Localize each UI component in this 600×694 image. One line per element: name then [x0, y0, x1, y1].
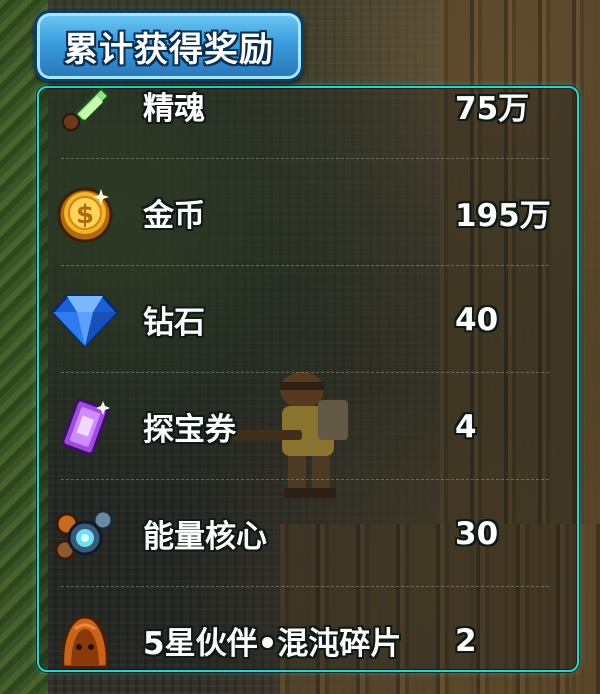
- reward-value: 75万: [455, 91, 530, 127]
- reward-row-diamond: 钻石 40: [39, 266, 577, 373]
- reward-name: 金币: [143, 198, 205, 234]
- svg-text:$: $: [76, 200, 94, 230]
- reward-row-gold: $ 金币 195万: [39, 159, 577, 266]
- title-tab: 累计获得奖励: [34, 10, 304, 82]
- reward-value: 40: [455, 301, 499, 338]
- reward-row-chaos-fragment: 5星伙伴•混沌碎片 2: [39, 587, 577, 671]
- diamond-icon: [49, 284, 121, 356]
- reward-row-spirit: 精魂 75万: [39, 88, 577, 159]
- energy-core-icon: [49, 498, 121, 570]
- reward-name: 精魂: [143, 91, 205, 127]
- reward-value: 4: [455, 408, 477, 445]
- page-title: 累计获得奖励: [64, 29, 274, 70]
- reward-value: 2: [455, 622, 477, 659]
- reward-name: 能量核心: [143, 519, 267, 555]
- gold-coin-icon: $: [49, 177, 121, 249]
- reward-value: 195万: [455, 198, 551, 234]
- reward-name: 5星伙伴•混沌碎片: [143, 626, 402, 662]
- rewards-panel: 精魂 75万 $ 金币 195万 钻石 40 探宝券 4 能量核心 30 5星伙…: [37, 86, 579, 672]
- reward-value: 30: [455, 515, 499, 552]
- spirit-vial-icon: [49, 88, 121, 142]
- reward-row-energy-core: 能量核心 30: [39, 480, 577, 587]
- reward-name: 钻石: [143, 305, 205, 341]
- chaos-fragment-icon: [49, 605, 121, 671]
- treasure-ticket-icon: [49, 391, 121, 463]
- reward-list: 精魂 75万 $ 金币 195万 钻石 40 探宝券 4 能量核心 30 5星伙…: [39, 88, 577, 671]
- reward-name: 探宝券: [143, 412, 236, 448]
- game-screen: 累计获得奖励 精魂 75万 $ 金币 195万 钻石 40 探宝券 4 能量核心…: [0, 0, 600, 694]
- reward-row-ticket: 探宝券 4: [39, 373, 577, 480]
